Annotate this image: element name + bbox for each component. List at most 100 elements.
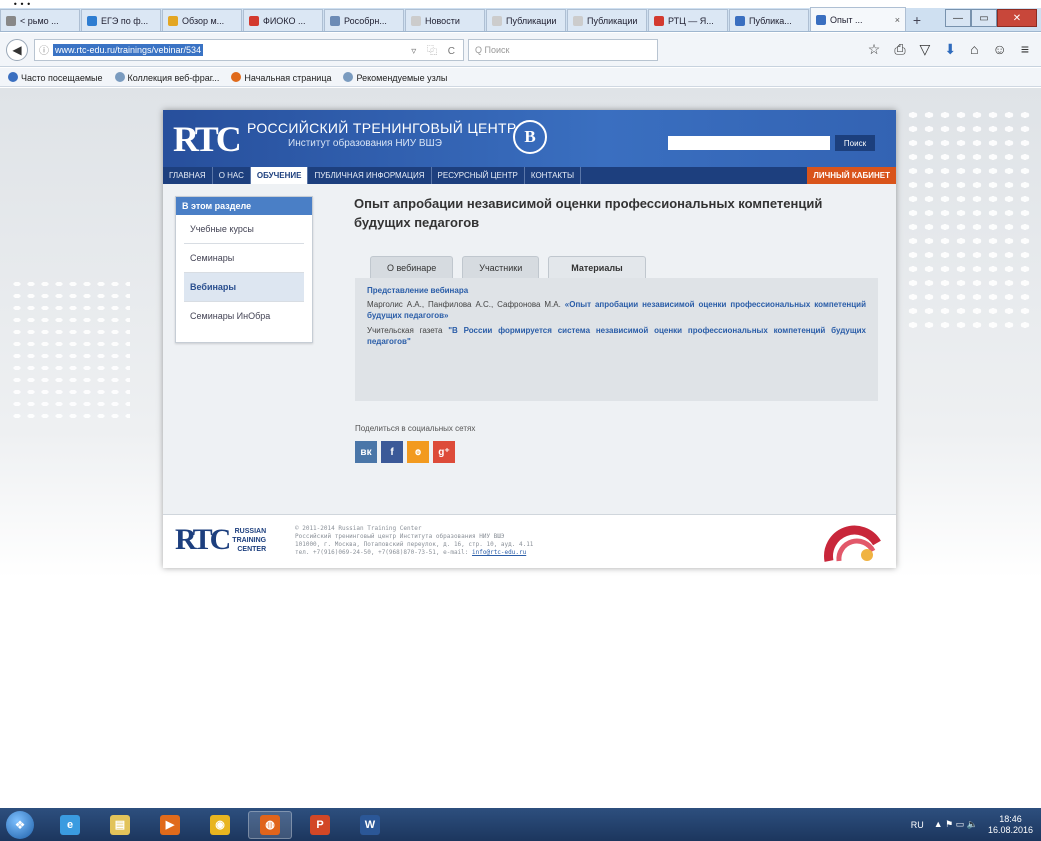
bookmark-label: Начальная страница — [244, 72, 332, 83]
minimize-button[interactable]: — — [945, 9, 971, 27]
clock[interactable]: 18:46 16.08.2016 — [988, 814, 1033, 836]
menu-item[interactable]: ГЛАВНАЯ — [163, 167, 213, 184]
pocket-icon[interactable]: ▽ — [920, 41, 931, 58]
content-tab[interactable]: Участники — [462, 256, 540, 278]
language-indicator[interactable]: RU — [911, 820, 924, 830]
download-icon[interactable]: ⬇ — [944, 41, 956, 58]
taskbar-app[interactable]: ▤ — [98, 811, 142, 839]
reading-list-icon[interactable]: ⎙ — [894, 41, 905, 58]
address-tools[interactable]: ▿ ⿻ C — [411, 42, 459, 57]
footer-line: тел. +7(916)069-24-50, +7(968)870-73-51,… — [295, 549, 533, 557]
main-content: В этом разделе Учебные курсы Семинары Веби… — [163, 184, 896, 514]
browser-tab-label: Новости — [425, 15, 460, 26]
browser-search-input[interactable]: Q Поиск — [468, 38, 658, 61]
menu-icon[interactable]: ≡ — [1021, 41, 1029, 58]
browser-nav-bar: ◀ ⓘ www.rtc-edu.ru/trainings/vebinar/534… — [0, 33, 1041, 67]
sidebar-item[interactable]: Вебинары — [184, 273, 304, 302]
browser-tab[interactable]: РТЦ — Я... — [648, 9, 728, 31]
tab-favicon-icon — [330, 15, 340, 26]
browser-tab[interactable]: Опыт ... × — [810, 7, 906, 31]
maximize-button[interactable]: ▭ — [971, 9, 997, 27]
footer-logo-word: TRAINING — [232, 536, 267, 544]
sidebar-item[interactable]: Учебные курсы — [184, 215, 304, 244]
browser-tab[interactable]: Публикации — [567, 9, 647, 31]
footer-logo-words: RUSSIAN TRAINING CENTER — [232, 527, 266, 554]
tab-close-icon[interactable]: × — [895, 15, 900, 25]
browser-tab-label: Рособрн... — [344, 15, 387, 26]
bookmark-item[interactable]: Часто посещаемые — [8, 71, 103, 83]
share-vk-icon[interactable]: ʙк — [355, 441, 377, 463]
bookmark-item[interactable]: Начальная страница — [231, 71, 332, 83]
share-section: Поделиться в социальных сетях ʙк f ꙩ g⁺ — [355, 424, 885, 463]
menu-item[interactable]: РЕСУРСНЫЙ ЦЕНТР — [432, 167, 525, 184]
share-ok-icon[interactable]: ꙩ — [407, 441, 429, 463]
content-tabs: О вебинаре Участники Материалы — [370, 256, 646, 278]
tab-favicon-icon — [87, 15, 97, 26]
sidebar-item[interactable]: Семинары ИнОбра — [184, 302, 304, 330]
menu-item[interactable]: О НАС — [213, 167, 251, 184]
address-bar[interactable]: ⓘ www.rtc-edu.ru/trainings/vebinar/534 ▿… — [34, 38, 464, 61]
back-button[interactable]: ◀ — [6, 38, 28, 61]
home-icon[interactable]: ⌂ — [970, 41, 978, 58]
taskbar-app[interactable]: ◉ — [198, 811, 242, 839]
partner-seal-icon[interactable] — [823, 521, 883, 563]
site-search-button[interactable]: Поиск — [835, 135, 875, 151]
tab-favicon-icon — [735, 15, 745, 26]
start-button[interactable]: ❖ — [6, 810, 34, 839]
close-window-button[interactable]: ✕ — [997, 9, 1037, 27]
footer-logo-mark: RTC — [175, 523, 231, 556]
taskbar-apps: e ▤ ▶ ◉ ◍ P W — [48, 810, 398, 839]
menu-item[interactable]: ПУБЛИЧНАЯ ИНФОРМАЦИЯ — [308, 167, 432, 184]
taskbar-app[interactable]: e — [48, 811, 92, 839]
bookmark-star-icon[interactable]: ☆ — [868, 41, 881, 58]
site-header: RTC РОССИЙСКИЙ ТРЕНИНГОВЫЙ ЦЕНТР Институ… — [163, 110, 896, 167]
browser-tab[interactable]: Публикации — [486, 9, 566, 31]
tray-icons[interactable]: ▲ ⚑ ▭ 🔈 — [934, 819, 978, 830]
address-url[interactable]: www.rtc-edu.ru/trainings/vebinar/534 — [53, 43, 204, 56]
site-search-input[interactable] — [668, 136, 830, 150]
browser-tab[interactable]: ЕГЭ по ф... — [81, 9, 161, 31]
browser-tab[interactable]: Публика... — [729, 9, 809, 31]
taskbar-app[interactable]: W — [348, 811, 392, 839]
bookmark-item[interactable]: Рекомендуемые узлы — [343, 71, 448, 83]
window-controls: — ▭ ✕ — [945, 9, 1037, 29]
system-tray: RU ▲ ⚑ ▭ 🔈 18:46 16.08.2016 — [911, 814, 1041, 836]
browser-tab[interactable]: ФИОКО ... — [243, 9, 323, 31]
browser-tab[interactable]: Обзор м... — [162, 9, 242, 31]
taskbar-app[interactable]: ◍ — [248, 810, 292, 839]
rtc-logo[interactable]: RTC — [173, 118, 242, 160]
share-f-icon[interactable]: f — [381, 441, 403, 463]
sidebar-item[interactable]: Семинары — [184, 244, 304, 273]
footer-contacts: © 2011-2014 Russian Training Center Росс… — [295, 525, 533, 557]
footer-phone: тел. +7(916)069-24-50, +7(968)870-73-51,… — [295, 549, 473, 556]
tab-favicon-icon — [249, 15, 259, 26]
chat-icon[interactable]: ☺ — [993, 41, 1007, 58]
share-g+-icon[interactable]: g⁺ — [433, 441, 455, 463]
menu-item[interactable]: ОБУЧЕНИЕ — [250, 167, 309, 184]
menu-item[interactable]: КОНТАКТЫ — [525, 167, 582, 184]
browser-tab[interactable]: < рьмо ... — [0, 9, 80, 31]
bookmark-label: Рекомендуемые узлы — [356, 72, 448, 83]
webinar-presentation-link[interactable]: Представление вебинара — [367, 286, 866, 295]
site-info-icon[interactable]: ⓘ — [39, 42, 49, 57]
new-tab-button[interactable]: + — [907, 12, 927, 28]
bookmark-item[interactable]: Коллекция веб-фраг... — [114, 71, 219, 83]
footer-logo-word: CENTER — [237, 545, 267, 553]
hse-logo-icon[interactable]: B — [513, 120, 547, 154]
content-tab[interactable]: О вебинаре — [370, 256, 454, 278]
taskbar-app[interactable]: ▶ — [148, 811, 192, 839]
bookmarks-toolbar: Часто посещаемые Коллекция веб-фраг... Нач… — [0, 68, 1041, 87]
personal-cabinet-button[interactable]: ЛИЧНЫЙ КАБИНЕТ — [807, 167, 896, 184]
footer-logo[interactable]: RTC RUSSIAN TRAINING CENTER — [175, 523, 266, 557]
footer-email-link[interactable]: info@rtc-edu.ru — [472, 549, 526, 556]
browser-tab[interactable]: Рособрн... — [324, 9, 404, 31]
site-title: РОССИЙСКИЙ ТРЕНИНГОВЫЙ ЦЕНТР — [247, 120, 517, 136]
main-menu: ГЛАВНАЯ О НАС ОБУЧЕНИЕ ПУБЛИЧНАЯ ИНФОРМАЦИЯ… — [163, 167, 896, 184]
material-item-2: Учительская газета "В России формируется… — [367, 325, 866, 347]
browser-tab-label: Публикации — [587, 15, 638, 26]
browser-tab[interactable]: Новости — [405, 9, 485, 31]
bookmark-label: Часто посещаемые — [21, 72, 103, 83]
tab-favicon-icon — [492, 15, 502, 26]
taskbar-app[interactable]: P — [298, 811, 342, 839]
content-tab[interactable]: Материалы — [548, 256, 646, 278]
